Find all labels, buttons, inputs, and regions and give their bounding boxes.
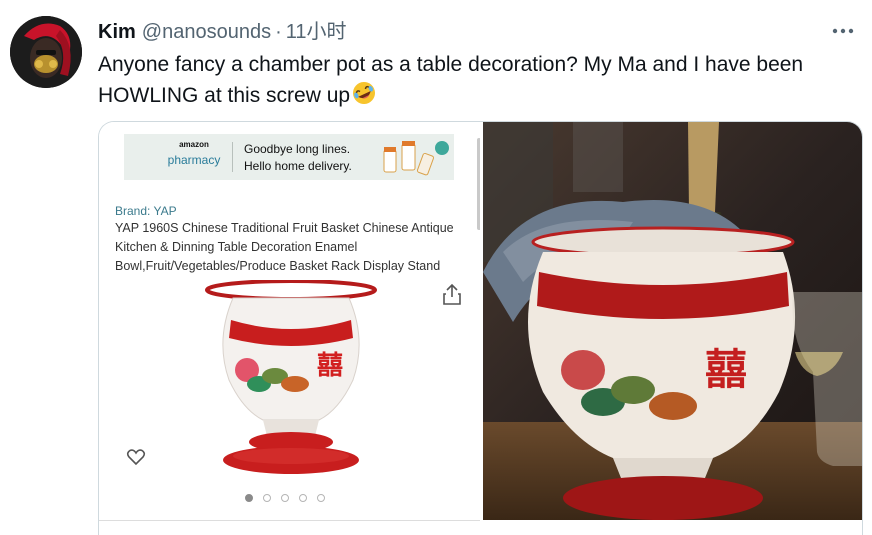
product-brand[interactable]: Brand: YAP	[115, 204, 177, 218]
tweet-text: Anyone fancy a chamber pot as a table de…	[98, 53, 804, 107]
banner-line-1: Goodbye long lines.	[244, 142, 351, 156]
amazon-logo-text: amazon	[179, 140, 209, 149]
author-name[interactable]: Kim	[98, 21, 136, 43]
tweet-header: Kim @nanosounds · 11小时	[98, 18, 852, 46]
champagne-pot-photo: 囍	[483, 122, 862, 520]
pill-bottles-icon	[383, 141, 449, 176]
product-title: YAP 1960S Chinese Traditional Fruit Bask…	[115, 221, 454, 273]
svg-text:囍: 囍	[317, 351, 343, 381]
pager-dot-2[interactable]	[263, 494, 271, 502]
author-handle[interactable]: @nanosounds	[142, 21, 271, 43]
image-pager	[245, 494, 325, 502]
svg-text:囍: 囍	[705, 345, 747, 394]
champagne-bucket-photo[interactable]: 囍	[483, 122, 862, 520]
avatar[interactable]	[10, 16, 82, 88]
scrollbar[interactable]	[477, 138, 480, 230]
product-listing-screenshot[interactable]: amazon pharmacy Goodbye long lines. Hell…	[99, 122, 480, 535]
pager-dot-4[interactable]	[299, 494, 307, 502]
banner-line-2: Hello home delivery.	[244, 159, 352, 173]
banner-divider	[232, 142, 233, 172]
amazon-pharmacy-banner: amazon pharmacy Goodbye long lines. Hell…	[124, 134, 454, 180]
tweet-text-block: Anyone fancy a chamber pot as a table de…	[98, 50, 858, 111]
tweet-media[interactable]: amazon pharmacy Goodbye long lines. Hell…	[98, 121, 863, 535]
separator-dot: ·	[275, 21, 282, 43]
pager-dot-3[interactable]	[281, 494, 289, 502]
divider	[99, 520, 480, 521]
pager-dot-1[interactable]	[245, 494, 253, 502]
pharmacy-logo-text: pharmacy	[167, 153, 221, 167]
more-icon[interactable]	[828, 18, 858, 44]
rolling-laughing-emoji-icon	[351, 80, 377, 106]
pager-dot-5[interactable]	[317, 494, 325, 502]
heart-icon[interactable]	[123, 444, 149, 470]
share-icon[interactable]	[442, 282, 462, 306]
enamel-pot-product-image: 囍	[205, 280, 377, 474]
timestamp[interactable]: 11小时	[286, 21, 347, 43]
